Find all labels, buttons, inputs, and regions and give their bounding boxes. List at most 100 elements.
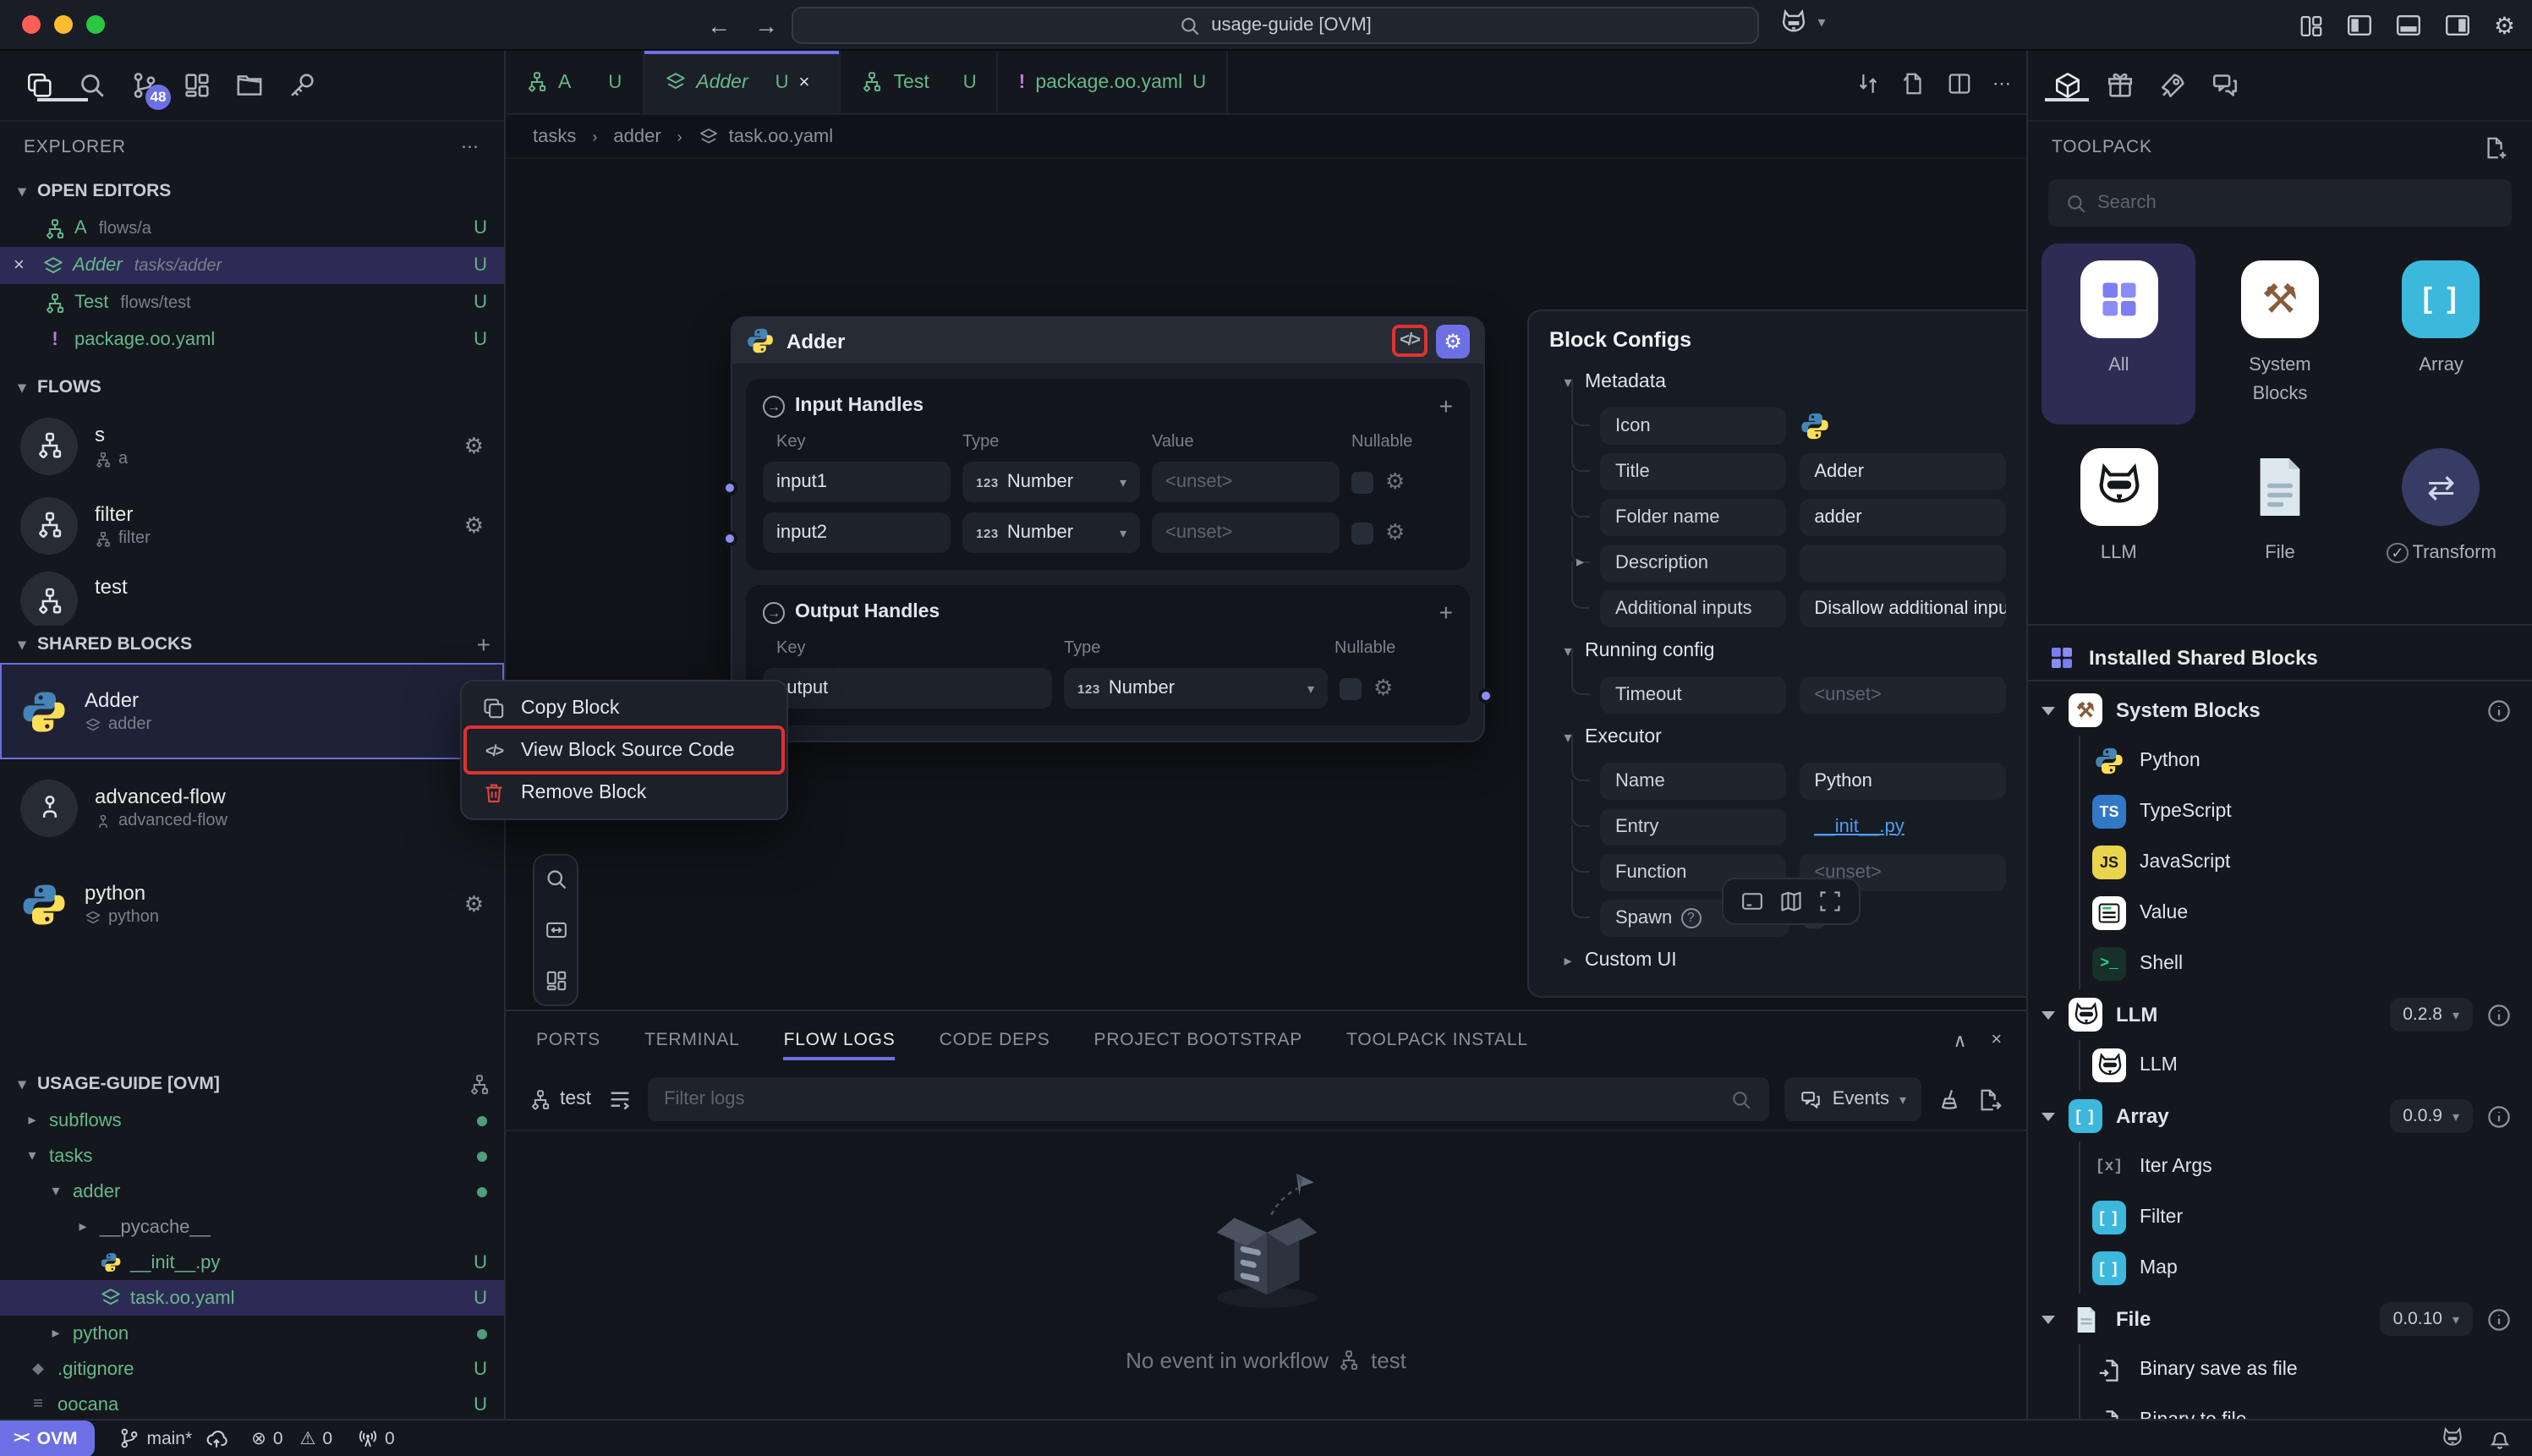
- close-icon[interactable]: ×: [799, 72, 819, 92]
- value-input[interactable]: <unset>: [1152, 462, 1340, 502]
- maximize-panel-button[interactable]: ∧: [1953, 1029, 1967, 1051]
- breadcrumb-item[interactable]: task.oo.yaml: [729, 126, 834, 146]
- fullscreen-icon[interactable]: [1817, 889, 1841, 913]
- category-array[interactable]: [ ] Array: [2364, 244, 2518, 424]
- workspace-header[interactable]: ▾ USAGE-GUIDE [OVM]: [0, 1065, 504, 1103]
- assistant-animal-icon[interactable]: [2441, 1426, 2464, 1450]
- key-icon[interactable]: [286, 70, 316, 101]
- tree-item[interactable]: __init__.py U: [0, 1245, 504, 1280]
- toggle-secondary-sidebar-button[interactable]: [2445, 12, 2472, 39]
- tab-flow-logs[interactable]: FLOW LOGS: [784, 1011, 896, 1069]
- type-select[interactable]: 123 Number ▾: [1064, 668, 1328, 709]
- additional-inputs-value[interactable]: Disallow additional inputs: [1799, 589, 2006, 627]
- entry-field-link[interactable]: __init__.py: [1799, 807, 2006, 845]
- shared-block-item[interactable]: python python ⚙: [0, 856, 504, 952]
- timeout-field-value[interactable]: <unset>: [1799, 676, 2006, 713]
- filter-logs-input[interactable]: Filter logs: [647, 1077, 1770, 1121]
- gear-icon[interactable]: ⚙: [464, 512, 484, 539]
- breadcrumb-item[interactable]: tasks: [533, 126, 576, 146]
- toggle-console-icon[interactable]: [1741, 889, 1765, 913]
- tree-item[interactable]: ▾ adder: [0, 1174, 504, 1209]
- description-field-value[interactable]: [1799, 544, 2006, 581]
- open-editor-item[interactable]: ! package.oo.yaml U: [0, 321, 504, 359]
- info-icon[interactable]: [2486, 1002, 2512, 1027]
- open-changes-icon[interactable]: [1901, 70, 1926, 96]
- problems-indicator[interactable]: ⊗ 0 ⚠ 0: [251, 1428, 332, 1448]
- help-icon[interactable]: ?: [1680, 907, 1701, 928]
- extensions-icon[interactable]: [181, 70, 211, 101]
- customize-layout-button[interactable]: [2298, 12, 2325, 39]
- input-handle-dot[interactable]: [722, 531, 737, 546]
- open-editors-header[interactable]: ▾ OPEN EDITORS: [0, 172, 504, 210]
- toggle-panel-button[interactable]: [2396, 12, 2423, 39]
- version-select[interactable]: 0.2.8▾: [2389, 998, 2473, 1032]
- split-editor-icon[interactable]: [1947, 70, 1972, 96]
- running-config-section-header[interactable]: ▾ Running config: [1549, 631, 2006, 671]
- explorer-more-button[interactable]: ⋯: [461, 137, 480, 157]
- toggle-sidebar-button[interactable]: [2347, 12, 2374, 39]
- nullable-checkbox[interactable]: [1351, 522, 1373, 544]
- info-icon[interactable]: [2486, 1306, 2512, 1332]
- folder-field-value[interactable]: adder: [1799, 498, 2006, 535]
- zoom-window-button[interactable]: [86, 15, 105, 34]
- menu-item-remove-block[interactable]: Remove Block: [467, 771, 781, 813]
- adder-node[interactable]: Adder </> ⚙ → Input Handles + Key Type V…: [731, 316, 1485, 742]
- zoom-search-icon[interactable]: [544, 868, 567, 891]
- info-icon[interactable]: [2486, 1103, 2512, 1129]
- block-typescript[interactable]: TS TypeScript: [2028, 786, 2532, 837]
- clear-logs-icon[interactable]: [1937, 1087, 1962, 1112]
- tab-ports[interactable]: PORTS: [536, 1011, 600, 1069]
- tree-item[interactable]: ◆ .gitignore U: [0, 1351, 504, 1387]
- close-panel-button[interactable]: ×: [1991, 1029, 2003, 1051]
- tab-project-bootstrap[interactable]: PROJECT BOOTSTRAP: [1094, 1011, 1303, 1069]
- fit-view-icon[interactable]: [544, 918, 567, 942]
- editor-more-button[interactable]: ⋯: [1992, 72, 2013, 94]
- flow-list-item[interactable]: s a ⚙: [0, 406, 504, 485]
- open-editor-item-active[interactable]: × Adder tasks/adder U: [0, 247, 504, 284]
- python-icon[interactable]: [1800, 410, 1830, 441]
- title-field-value[interactable]: Adder: [1799, 452, 2006, 490]
- flow-list-item[interactable]: filter filter ⚙: [0, 485, 504, 565]
- tree-item[interactable]: ≡ oocana U: [0, 1387, 504, 1419]
- minimize-window-button[interactable]: [54, 15, 73, 34]
- tree-item-selected[interactable]: task.oo.yaml U: [0, 1280, 504, 1316]
- group-llm[interactable]: LLM 0.2.8▾: [2028, 989, 2532, 1040]
- open-editor-item[interactable]: A flows/a U: [0, 210, 504, 247]
- folder-icon[interactable]: [233, 70, 264, 101]
- add-input-button[interactable]: +: [1439, 392, 1453, 419]
- info-icon[interactable]: [2486, 698, 2512, 723]
- node-header[interactable]: Adder </> ⚙: [732, 318, 1483, 364]
- tree-item[interactable]: ▾ tasks: [0, 1138, 504, 1174]
- tree-item[interactable]: ▸ subflows: [0, 1103, 504, 1138]
- group-file[interactable]: File 0.0.10▾: [2028, 1294, 2532, 1344]
- notifications-bell-icon[interactable]: [2488, 1426, 2512, 1450]
- close-icon[interactable]: ×: [14, 255, 34, 276]
- tab-test[interactable]: Test U: [841, 51, 999, 113]
- category-all[interactable]: All: [2041, 244, 2196, 424]
- version-select[interactable]: 0.0.9▾: [2389, 1099, 2473, 1133]
- gear-icon[interactable]: ⚙: [1373, 675, 1393, 702]
- menu-item-copy-block[interactable]: Copy Block: [467, 687, 781, 729]
- tab-terminal[interactable]: TERMINAL: [644, 1011, 740, 1069]
- category-transform[interactable]: ⇄ ✓Transform: [2364, 431, 2518, 600]
- type-select[interactable]: 123 Number ▾: [962, 462, 1140, 502]
- block-iter-args[interactable]: [x] Iter Args: [2028, 1141, 2532, 1192]
- toolpack-cube-icon[interactable]: [2052, 70, 2082, 101]
- block-javascript[interactable]: JS JavaScript: [2028, 837, 2532, 888]
- settings-gear-button[interactable]: ⚙: [2494, 11, 2515, 40]
- gear-icon[interactable]: ⚙: [464, 890, 484, 917]
- block-map[interactable]: [ ] Map: [2028, 1243, 2532, 1294]
- group-array[interactable]: [ ] Array 0.0.9▾: [2028, 1091, 2532, 1141]
- toolpack-search-input[interactable]: Search: [2048, 179, 2512, 227]
- events-filter-select[interactable]: Events ▾: [1785, 1077, 1921, 1121]
- tree-item[interactable]: ▸ __pycache__: [0, 1209, 504, 1245]
- block-shell[interactable]: >_ Shell: [2028, 939, 2532, 989]
- ports-indicator[interactable]: 0: [356, 1427, 395, 1449]
- feedback-chat-icon[interactable]: [2209, 70, 2239, 101]
- auto-layout-icon[interactable]: [544, 969, 567, 993]
- source-control-icon[interactable]: 48: [129, 70, 159, 101]
- tab-package[interactable]: ! package.oo.yaml U: [999, 51, 1229, 113]
- explorer-icon[interactable]: [24, 70, 54, 101]
- nullable-checkbox[interactable]: [1340, 677, 1362, 699]
- input-handle-dot[interactable]: [722, 480, 737, 495]
